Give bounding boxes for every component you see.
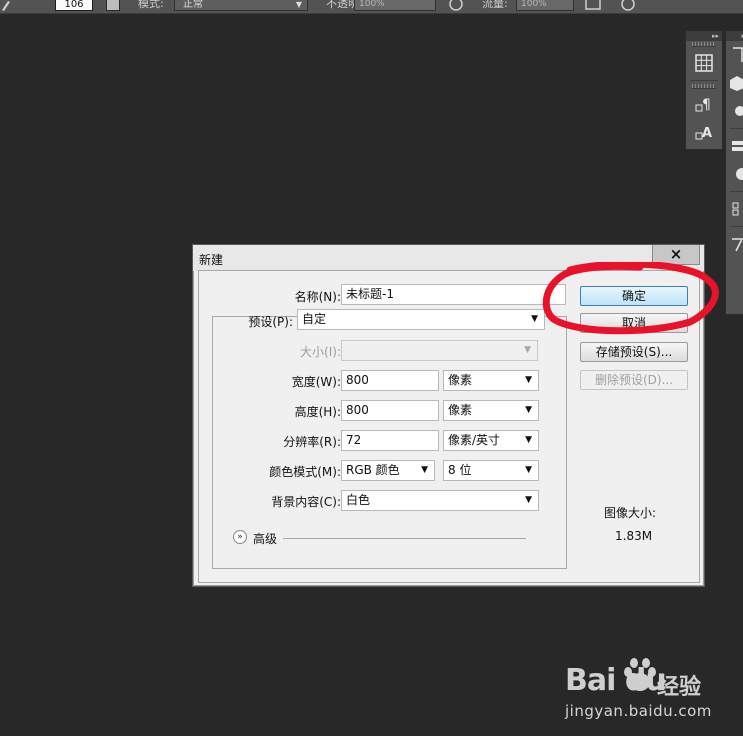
collapse-icon[interactable]: ▸ — [726, 31, 743, 41]
character-style-icon[interactable]: A — [686, 119, 722, 147]
bit-depth-select[interactable]: 8 位 ▼ — [443, 460, 539, 481]
height-label: 高度(H): — [294, 405, 341, 419]
resolution-unit-value: 像素/英寸 — [448, 433, 501, 447]
advanced-label[interactable]: 高级 — [253, 530, 277, 547]
pressure-size-icon[interactable] — [620, 0, 636, 11]
options-bar: 106 模式: 正常 ▼ 不透明度: 100% 流量: 100% — [0, 0, 743, 14]
preset-value: 自定 — [302, 312, 327, 326]
pressure-opacity-icon[interactable] — [448, 0, 464, 11]
panel-grip[interactable] — [692, 42, 716, 47]
brush-panel-icon[interactable] — [106, 0, 120, 11]
airbrush-icon[interactable] — [584, 0, 602, 11]
advanced-divider — [283, 538, 526, 539]
chevron-down-icon: ▼ — [531, 314, 538, 324]
svg-text:¶: ¶ — [702, 97, 711, 113]
image-size-label: 图像大小: — [604, 506, 657, 520]
flow-field[interactable]: 100% — [516, 0, 574, 11]
mode-value: 正常 — [183, 0, 203, 10]
width-input[interactable]: 800 — [341, 370, 439, 391]
background-value: 白色 — [346, 493, 371, 507]
history-panel-icon[interactable] — [726, 41, 743, 69]
resolution-unit-select[interactable]: 像素/英寸 ▼ — [443, 430, 539, 451]
close-button[interactable]: × — [652, 245, 700, 265]
close-icon: × — [669, 245, 683, 263]
mode-select[interactable]: 正常 ▼ — [174, 0, 308, 11]
background-select[interactable]: 白色 ▼ — [341, 490, 539, 511]
paw-icon — [624, 658, 656, 691]
channels-panel-icon[interactable] — [726, 160, 743, 188]
image-size-value: 1.83M — [615, 529, 653, 543]
width-label: 宽度(W): — [291, 375, 341, 389]
dialog-title: 新建 — [199, 253, 224, 267]
ok-button[interactable]: 确定 — [580, 286, 688, 306]
preset-select[interactable]: 自定 ▼ — [297, 309, 545, 330]
chevron-down-icon: ▼ — [524, 345, 531, 355]
mode-label: 模式: — [138, 0, 164, 10]
size-label: 大小(I): — [300, 345, 341, 359]
height-input[interactable]: 800 — [341, 400, 439, 421]
opacity-field[interactable]: 100% — [354, 0, 436, 11]
svg-text:A: A — [702, 126, 712, 141]
color-panel-icon[interactable] — [726, 97, 743, 125]
chevron-down-icon: ▼ — [525, 375, 532, 385]
resolution-label: 分辨率(R): — [283, 435, 341, 449]
height-unit-select[interactable]: 像素 ▼ — [443, 400, 539, 421]
chevron-down-icon: ▼ — [525, 495, 532, 505]
paragraph-style-icon[interactable]: ¶ — [686, 91, 722, 119]
background-label: 背景内容(C): — [271, 495, 341, 509]
panel-strip-right: ▸ — [725, 30, 743, 315]
collapse-icon[interactable]: ▸▸ — [686, 31, 722, 41]
expand-advanced-icon[interactable]: » — [233, 530, 247, 544]
height-unit-value: 像素 — [448, 403, 473, 417]
dialog-titlebar[interactable]: 新建 × — [193, 245, 704, 271]
preset-label: 预设(P): — [248, 315, 293, 329]
chevron-down-icon: ▼ — [525, 435, 532, 445]
resolution-input[interactable]: 72 — [341, 430, 439, 451]
baidu-jingyan-watermark: Bai du 经验 jingyan.baidu.com — [565, 655, 740, 725]
dialog-body: 名称(N): 未标题-1 预设(P): 自定 ▼ 大小(I): ▼ 宽度(W): … — [198, 270, 700, 583]
color-mode-label: 颜色模式(M): — [269, 465, 341, 479]
flow-label: 流量: — [482, 0, 508, 10]
chevron-down-icon: ▼ — [295, 0, 302, 9]
delete-preset-button: 删除预设(D)... — [580, 370, 688, 390]
size-select: ▼ — [341, 340, 538, 361]
watermark-url: jingyan.baidu.com — [565, 702, 712, 720]
panel-grip[interactable] — [692, 84, 716, 89]
new-document-dialog: 新建 × 名称(N): 未标题-1 预设(P): 自定 ▼ 大小(I): ▼ 宽度… — [192, 244, 705, 587]
brush-size-field[interactable]: 106 — [55, 0, 93, 11]
panel-strip-tools: ▸▸ ¶ A — [685, 30, 723, 150]
watermark-suffix: 经验 — [657, 675, 702, 700]
chevron-down-icon: ▼ — [525, 465, 532, 475]
chevron-down-icon: ▼ — [421, 465, 428, 475]
bit-depth-value: 8 位 — [448, 463, 472, 477]
layers-panel-icon[interactable] — [726, 132, 743, 160]
chevron-down-icon: ▼ — [525, 405, 532, 415]
properties-panel-icon[interactable] — [726, 230, 743, 258]
cancel-button[interactable]: 取消 — [580, 313, 688, 333]
width-unit-value: 像素 — [448, 373, 473, 387]
brush-tool-icon[interactable] — [0, 0, 12, 13]
3d-panel-icon[interactable] — [726, 69, 743, 97]
color-mode-select[interactable]: RGB 颜色 ▼ — [341, 460, 435, 481]
save-preset-button[interactable]: 存储预设(S)... — [580, 342, 688, 362]
color-mode-value: RGB 颜色 — [346, 463, 400, 477]
paths-panel-icon[interactable] — [726, 195, 743, 223]
grid-panel-icon[interactable] — [686, 49, 722, 77]
name-input[interactable]: 未标题-1 — [341, 284, 566, 305]
width-unit-select[interactable]: 像素 ▼ — [443, 370, 539, 391]
name-label: 名称(N): — [294, 290, 341, 304]
